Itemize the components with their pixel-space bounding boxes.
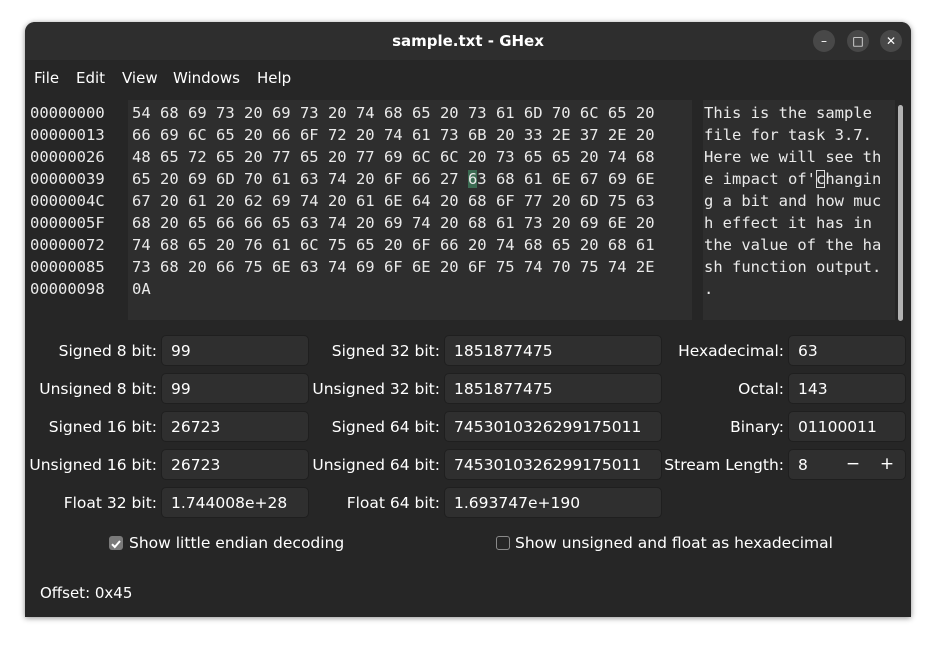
signed-64-field[interactable]: 7453010326299175011: [444, 411, 662, 442]
float-32-field[interactable]: 1.744008e+28: [161, 487, 309, 518]
unsigned-float-hex-label[interactable]: Show unsigned and float as hexadecimal: [515, 534, 833, 552]
close-button[interactable]: ✕: [880, 30, 902, 52]
checkmark-icon: [111, 540, 121, 549]
hex-column[interactable]: 54 68 69 73 20 69 73 20 74 68 65 20 73 6…: [132, 102, 655, 300]
ascii-row[interactable]: .: [704, 278, 881, 300]
maximize-icon: □: [852, 34, 864, 48]
row-text: 65 20 69 6D 70 61 63 74 20 6F 66 27: [132, 170, 468, 188]
hex-row[interactable]: 0A: [132, 278, 655, 300]
ascii-row[interactable]: g a bit and how muc: [704, 190, 881, 212]
row-text: 3 68 61 6E 67 69 6E: [477, 170, 655, 188]
octal-label: Octal:: [738, 380, 784, 398]
vertical-scrollbar[interactable]: [898, 105, 903, 321]
hex-row[interactable]: 66 69 6C 65 20 66 6F 72 20 74 61 73 6B 2…: [132, 124, 655, 146]
signed-8-field[interactable]: 99: [161, 335, 309, 366]
offset-row: 0000005F: [30, 214, 105, 232]
float-64-field[interactable]: 1.693747e+190: [444, 487, 662, 518]
signed-32-label: Signed 32 bit:: [331, 342, 440, 360]
signed-8-label: Signed 8 bit:: [58, 342, 157, 360]
unsigned-32-label: Unsigned 32 bit:: [312, 380, 440, 398]
little-endian-label[interactable]: Show little endian decoding: [129, 534, 344, 552]
cursor-selection[interactable]: c: [815, 170, 826, 188]
offset-row: 00000039: [30, 170, 105, 188]
float-64-label: Float 64 bit:: [346, 494, 440, 512]
cursor-selection[interactable]: 6: [467, 170, 478, 188]
hex-row[interactable]: 74 68 65 20 76 61 6C 75 65 20 6F 66 20 7…: [132, 234, 655, 256]
menu-file[interactable]: File: [34, 69, 59, 87]
row-text: e impact of': [704, 170, 816, 188]
hexadecimal-field[interactable]: 63: [788, 335, 906, 366]
offset-column: 00000000 00000013 00000026 00000039 0000004C…: [30, 102, 105, 300]
title-bar[interactable]: sample.txt - GHex – □ ✕: [25, 22, 911, 60]
offset-row: 00000085: [30, 258, 105, 276]
unsigned-32-field[interactable]: 1851877475: [444, 373, 662, 404]
signed-64-label: Signed 64 bit:: [331, 418, 440, 436]
menu-edit[interactable]: Edit: [76, 69, 105, 87]
unsigned-8-field[interactable]: 99: [161, 373, 309, 404]
offset-row: 00000072: [30, 236, 105, 254]
stream-length-decrement-button[interactable]: −: [837, 449, 869, 480]
stream-length-value: 8: [798, 456, 808, 474]
hex-row[interactable]: 54 68 69 73 20 69 73 20 74 68 65 20 73 6…: [132, 102, 655, 124]
unsigned-8-label: Unsigned 8 bit:: [39, 380, 157, 398]
ascii-row[interactable]: This is the sample: [704, 102, 881, 124]
offset-row: 0000004C: [30, 192, 105, 210]
ascii-row[interactable]: the value of the ha: [704, 234, 881, 256]
hex-row[interactable]: 73 68 20 66 75 6E 63 74 69 6F 6E 20 6F 7…: [132, 256, 655, 278]
close-icon: ✕: [885, 34, 897, 48]
row-text: hangin: [825, 170, 882, 188]
signed-32-field[interactable]: 1851877475: [444, 335, 662, 366]
ascii-row[interactable]: sh function output.: [704, 256, 881, 278]
offset-row: 00000098: [30, 280, 105, 298]
ascii-row[interactable]: h effect it has in: [704, 212, 881, 234]
little-endian-checkbox[interactable]: [109, 536, 123, 550]
signed-16-label: Signed 16 bit:: [48, 418, 157, 436]
menu-help[interactable]: Help: [257, 69, 291, 87]
unsigned-64-field[interactable]: 7453010326299175011: [444, 449, 662, 480]
octal-field[interactable]: 143: [788, 373, 906, 404]
status-offset: Offset: 0x45: [40, 584, 133, 602]
minimize-button[interactable]: –: [813, 30, 835, 52]
stream-length-increment-button[interactable]: +: [871, 449, 903, 480]
binary-label: Binary:: [730, 418, 784, 436]
stream-length-label: Stream Length:: [664, 456, 784, 474]
float-32-label: Float 32 bit:: [63, 494, 157, 512]
binary-field[interactable]: 01100011: [788, 411, 906, 442]
ascii-column[interactable]: This is the sample file for task 3.7. Here…: [704, 102, 881, 300]
menu-view[interactable]: View: [122, 69, 158, 87]
menu-bar: File Edit View Windows Help: [25, 60, 911, 94]
unsigned-16-field[interactable]: 26723: [161, 449, 309, 480]
hex-row[interactable]: 65 20 69 6D 70 61 63 74 20 6F 66 27 63 6…: [132, 168, 655, 190]
maximize-button[interactable]: □: [847, 30, 869, 52]
unsigned-16-label: Unsigned 16 bit:: [29, 456, 157, 474]
ghex-window: sample.txt - GHex – □ ✕ File Edit View W…: [25, 22, 911, 617]
ascii-row[interactable]: e impact of'changin: [704, 168, 881, 190]
ascii-row[interactable]: file for task 3.7.: [704, 124, 881, 146]
hex-row[interactable]: 67 20 61 20 62 69 74 20 61 6E 64 20 68 6…: [132, 190, 655, 212]
minus-icon: −: [845, 454, 861, 474]
offset-row: 00000000: [30, 104, 105, 122]
plus-icon: +: [879, 454, 895, 474]
ascii-row[interactable]: Here we will see th: [704, 146, 881, 168]
offset-row: 00000026: [30, 148, 105, 166]
hex-editor-panel[interactable]: 00000000 00000013 00000026 00000039 0000004C…: [25, 94, 911, 322]
offset-row: 00000013: [30, 126, 105, 144]
signed-16-field[interactable]: 26723: [161, 411, 309, 442]
hex-row[interactable]: 48 65 72 65 20 77 65 20 77 69 6C 6C 20 7…: [132, 146, 655, 168]
hexadecimal-label: Hexadecimal:: [678, 342, 784, 360]
hex-row[interactable]: 68 20 65 66 66 65 63 74 20 69 74 20 68 6…: [132, 212, 655, 234]
unsigned-64-label: Unsigned 64 bit:: [312, 456, 440, 474]
minimize-icon: –: [821, 34, 827, 48]
menu-windows[interactable]: Windows: [173, 69, 240, 87]
window-title: sample.txt - GHex: [392, 32, 544, 50]
unsigned-float-hex-checkbox[interactable]: [496, 536, 510, 550]
